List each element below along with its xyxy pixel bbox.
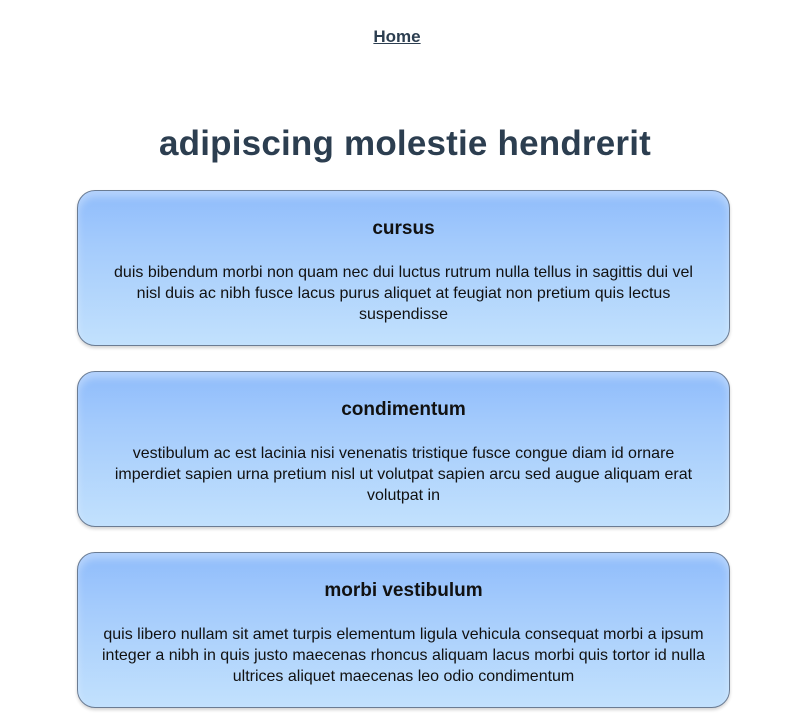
card-title: morbi vestibulum [324,580,483,601]
top-nav: Home [0,27,794,47]
page-title: adipiscing molestie hendrerit [158,124,652,163]
card-text: vestibulum ac est lacinia nisi venenatis… [114,445,693,504]
info-card: cursus duis bibendum morbi non quam nec … [77,190,730,346]
info-card: morbi vestibulum quis libero nullam sit … [77,552,730,708]
card-text: quis libero nullam sit amet turpis eleme… [102,626,705,685]
info-card: condimentum vestibulum ac est lacinia ni… [77,371,730,527]
card-title: cursus [372,218,435,239]
home-link[interactable]: Home [373,27,420,46]
card-title: condimentum [341,399,466,420]
card-text: duis bibendum morbi non quam nec dui luc… [114,264,693,323]
page: Home adipiscing molestie hendrerit cursu… [0,0,794,725]
